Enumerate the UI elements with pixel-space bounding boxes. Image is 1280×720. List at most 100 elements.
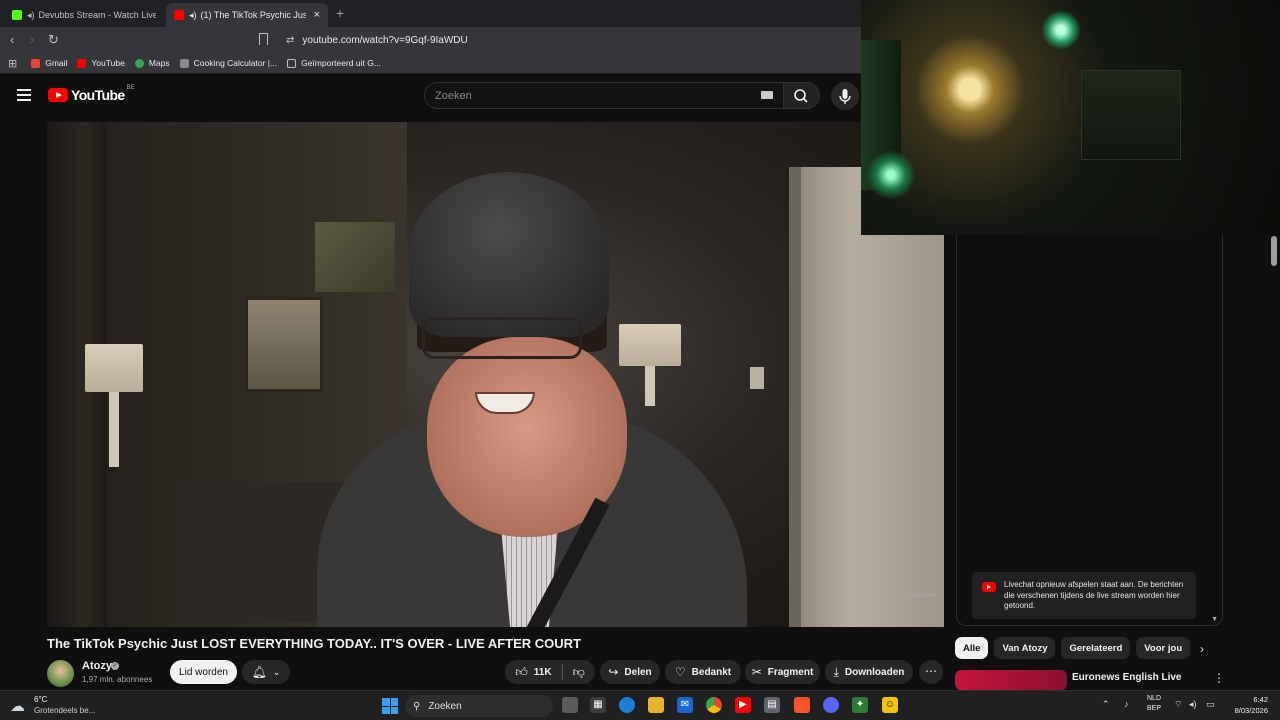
subscriber-count: 1,97 mln. abonnees xyxy=(82,675,153,684)
search-input[interactable] xyxy=(435,89,755,102)
tab-title: (1) The TikTok Psychic Just LO xyxy=(200,10,306,20)
file-explorer-icon[interactable] xyxy=(648,697,664,713)
bookmark-gmail[interactable]: Gmail xyxy=(31,58,67,68)
reload-icon[interactable]: ↻ xyxy=(48,32,59,48)
video-title: The TikTok Psychic Just LOST EVERYTHING … xyxy=(47,636,582,651)
notes-app-icon[interactable]: ☺ xyxy=(882,697,898,713)
recommendation-title[interactable]: Euronews English Live xyxy=(1072,672,1181,683)
game-app-icon[interactable]: ✦ xyxy=(852,697,868,713)
discord-icon[interactable] xyxy=(823,697,839,713)
like-count[interactable]: 11K xyxy=(534,667,552,678)
bookmark-label: Geïmporteerd uit G... xyxy=(301,58,381,68)
scrollbar-thumb[interactable] xyxy=(1271,236,1277,266)
apps-grid-icon[interactable]: ⊞ xyxy=(8,57,17,70)
tab-youtube[interactable]: ◂) (1) The TikTok Psychic Just LO × xyxy=(166,3,328,27)
chat-replay-notice: Livechat opnieuw afspelen staat aan. De … xyxy=(972,572,1196,619)
weather-icon[interactable]: ☁ xyxy=(10,697,25,715)
url-text: youtube.com/watch?v=9Gqf-9IaWDU xyxy=(302,34,468,46)
youtube-play-icon xyxy=(48,88,68,102)
system-clock[interactable]: 6:42 8/03/2026 xyxy=(1226,694,1268,716)
bell-icon: 🔔︎ xyxy=(251,665,267,679)
kebab-menu-icon[interactable]: ⋮ xyxy=(1213,671,1225,685)
video-scene xyxy=(645,366,655,406)
chip-related[interactable]: Gerelateerd xyxy=(1061,637,1131,659)
join-button[interactable]: Lid worden xyxy=(170,660,237,684)
keyboard-icon[interactable] xyxy=(761,91,773,99)
chat-notice-text: Livechat opnieuw afspelen staat aan. De … xyxy=(1004,580,1184,610)
youtube-logo[interactable]: YouTube BE xyxy=(48,85,135,103)
task-view-icon[interactable] xyxy=(562,697,578,713)
search-button[interactable] xyxy=(784,82,820,109)
thanks-button[interactable]: ♡ Bedankt xyxy=(665,660,741,684)
chevron-down-icon[interactable]: ▼ xyxy=(1211,616,1218,623)
chrome-icon[interactable] xyxy=(706,697,722,713)
share-icon: ↪ xyxy=(608,665,619,679)
maps-icon xyxy=(134,58,144,68)
hamburger-menu-icon[interactable] xyxy=(17,89,31,101)
download-button[interactable]: ⤓ Downloaden xyxy=(825,660,913,684)
more-actions-button[interactable]: ⋯ xyxy=(919,660,943,684)
webcam-overlay xyxy=(861,0,1280,235)
chip-for-you[interactable]: Voor jou xyxy=(1136,637,1191,659)
clip-label: Fragment xyxy=(767,666,814,678)
wifi-icon[interactable]: ⌔ xyxy=(1174,699,1182,710)
new-tab-button[interactable]: + xyxy=(336,5,344,21)
video-scene xyxy=(315,222,395,292)
video-scene xyxy=(789,167,801,627)
input-language[interactable]: NLD BEP xyxy=(1147,694,1161,714)
thanks-heart-icon: ♡ xyxy=(674,665,686,679)
bookmark-folder-imported[interactable]: Geïmporteerd uit G... xyxy=(287,58,381,68)
brave-browser-icon[interactable] xyxy=(794,697,810,713)
youtube-favicon-icon xyxy=(174,10,184,20)
chevron-right-icon[interactable]: › xyxy=(1200,642,1204,656)
video-player[interactable]: SUBSCRIBE xyxy=(47,122,944,627)
channel-avatar[interactable] xyxy=(47,660,74,687)
volume-icon[interactable]: ◂) xyxy=(1189,699,1197,710)
like-icon[interactable]: 👍︎ xyxy=(515,665,528,680)
share-label: Delen xyxy=(624,666,652,678)
bookmark-label: Maps xyxy=(148,58,170,68)
bookmark-cooking-calculator[interactable]: Cooking Calculator |... xyxy=(179,58,277,68)
tab-kick[interactable]: ◂) Devubbs Stream - Watch Live on xyxy=(4,3,164,27)
tab-title: Devubbs Stream - Watch Live on xyxy=(38,10,156,20)
microphone-tray-icon[interactable]: ♪ xyxy=(1124,699,1129,709)
channel-name[interactable]: Atozy xyxy=(82,660,112,672)
share-button[interactable]: ↪ Delen xyxy=(600,660,660,684)
windows-start-icon[interactable] xyxy=(382,698,398,714)
calculator-icon[interactable]: ▤ xyxy=(764,697,780,713)
edge-icon[interactable] xyxy=(619,697,635,713)
mail-icon[interactable]: ✉ xyxy=(677,697,693,713)
thanks-label: Bedankt xyxy=(691,666,732,678)
language-code: NLD xyxy=(1147,695,1162,702)
keyboard-layout: BEP xyxy=(1147,705,1162,712)
chip-all[interactable]: Alle xyxy=(955,637,989,659)
voice-search-button[interactable] xyxy=(831,82,859,110)
chip-from-atozy[interactable]: Van Atozy xyxy=(994,637,1056,659)
chevron-up-icon[interactable]: ⌃ xyxy=(1102,699,1110,710)
scissors-icon: ✂ xyxy=(751,665,762,679)
recommendation-thumbnail[interactable] xyxy=(955,670,1067,690)
notifications-button[interactable]: 🔔︎ ⌄ xyxy=(242,660,290,684)
battery-icon[interactable]: ▭ xyxy=(1206,699,1215,710)
dislike-icon[interactable]: 👎︎ xyxy=(573,665,585,680)
search-icon: ⚲ xyxy=(413,700,421,712)
back-icon[interactable]: ‹ xyxy=(10,32,14,47)
taskbar-search[interactable]: ⚲ Zoeken xyxy=(405,695,553,717)
close-tab-icon[interactable]: × xyxy=(314,9,320,21)
bookmark-icon[interactable] xyxy=(259,33,268,45)
webcam-scene xyxy=(1081,70,1181,160)
windows-taskbar: ☁ 6°C Grotendeels be... ⚲ Zoeken ▦ ✉ ▶ ▤… xyxy=(0,690,1280,720)
site-settings-icon[interactable]: ⇄ xyxy=(286,35,294,46)
forward-icon[interactable]: › xyxy=(30,32,34,47)
youtube-app-icon[interactable]: ▶ xyxy=(735,697,751,713)
bookmark-maps[interactable]: Maps xyxy=(134,58,170,68)
video-scene xyxy=(619,324,681,366)
divider xyxy=(561,664,563,680)
verified-badge-icon: ✓ xyxy=(111,662,119,670)
speaker-icon: ◂) xyxy=(189,9,197,20)
clip-button[interactable]: ✂ Fragment xyxy=(745,660,820,684)
bookmark-youtube[interactable]: YouTube xyxy=(77,58,125,68)
video-scene xyxy=(409,172,609,337)
store-icon[interactable]: ▦ xyxy=(590,697,606,713)
taskbar-search-label: Zoeken xyxy=(428,700,462,712)
